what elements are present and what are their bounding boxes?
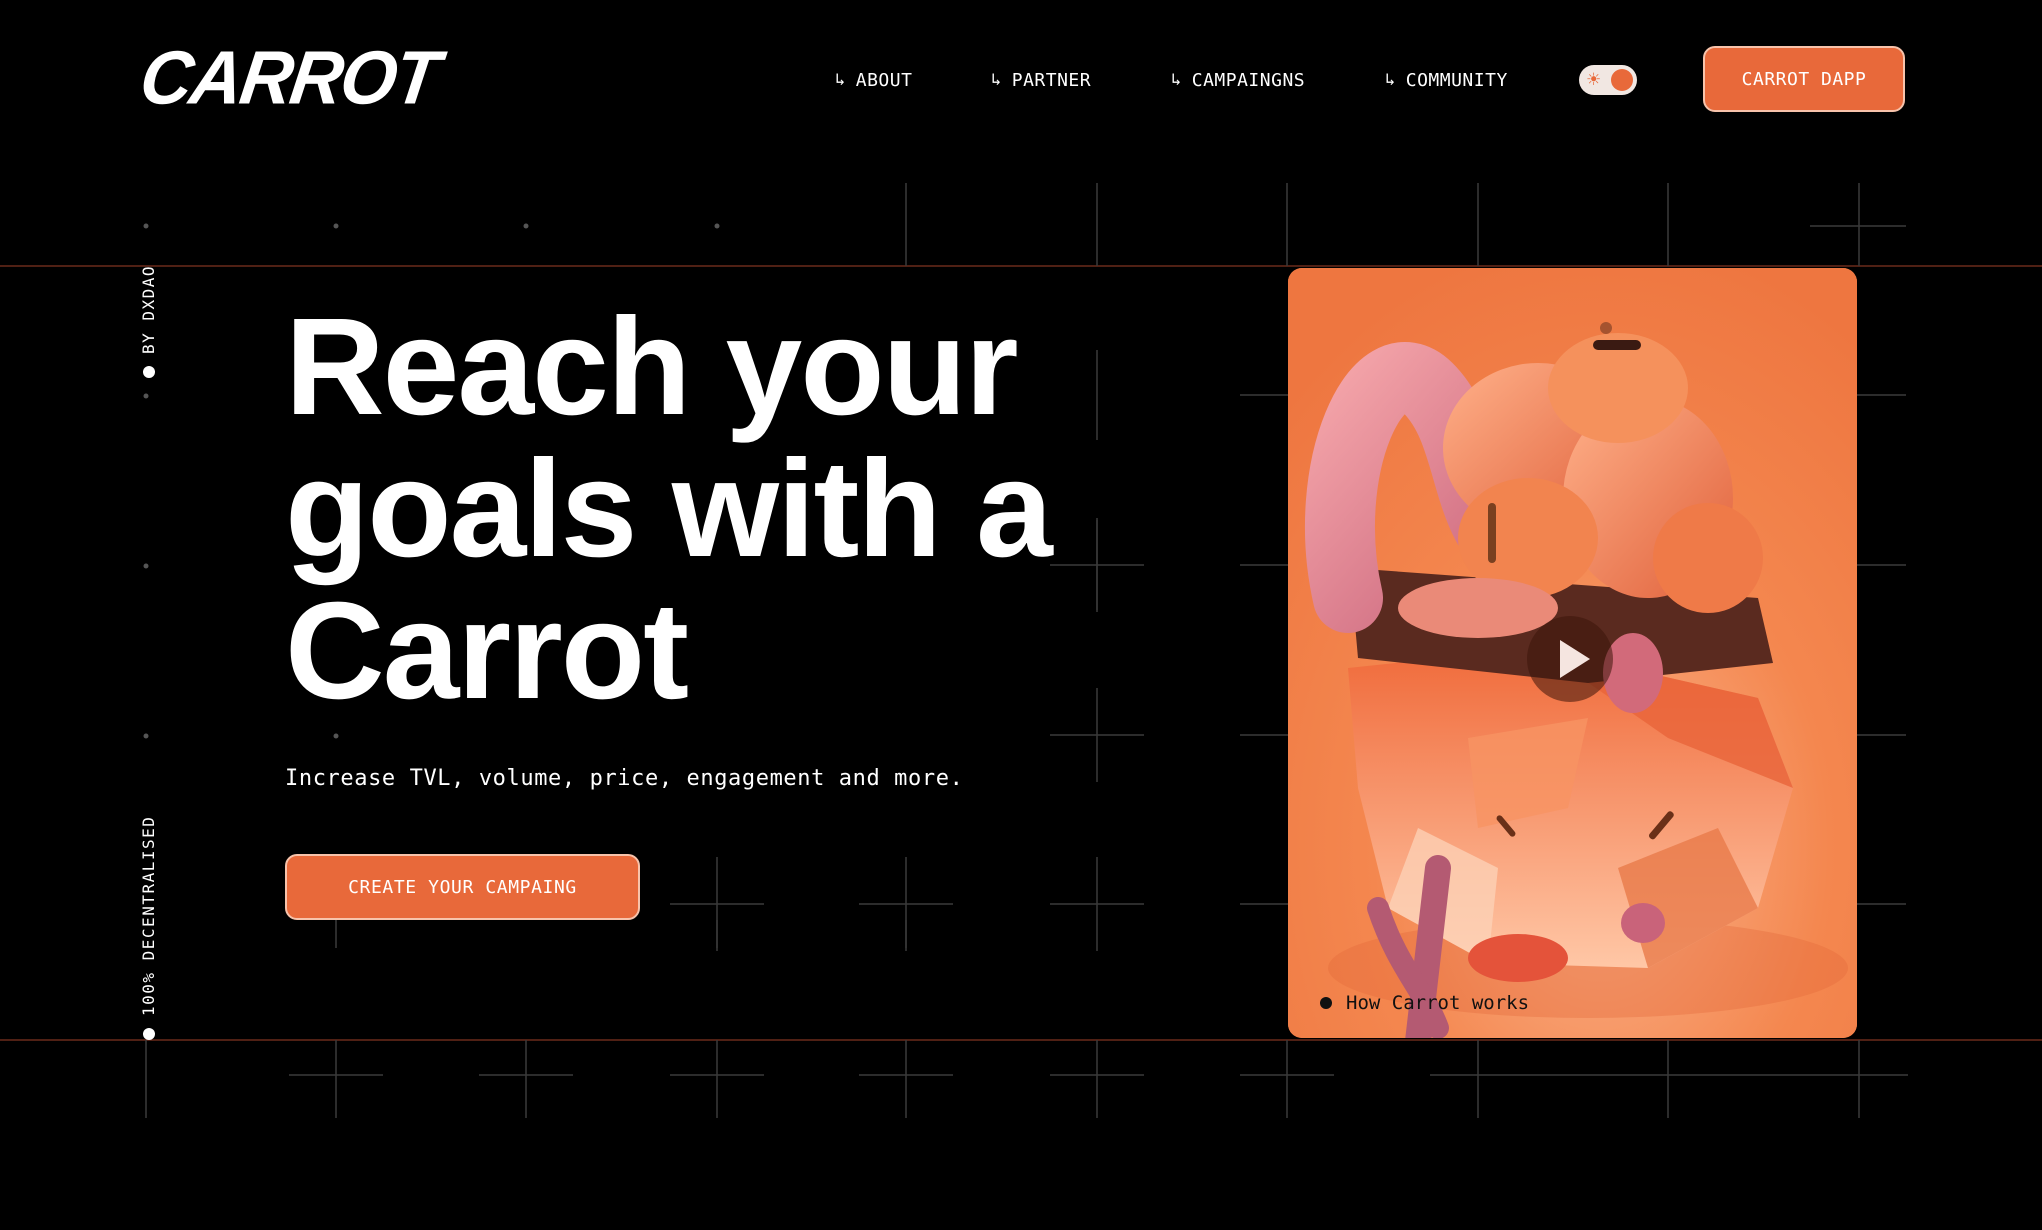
- play-icon[interactable]: [1527, 616, 1613, 702]
- logo-wordmark: CARROT: [135, 36, 443, 121]
- hero-title-line: Reach your: [285, 290, 1019, 444]
- card-caption-text: How Carrot works: [1346, 992, 1530, 1014]
- grid-dot: [143, 393, 149, 399]
- arrow-down-right-icon: ↳: [1171, 70, 1182, 90]
- bullet-dot: [142, 1028, 155, 1040]
- hero-title: Reach your goals with a Carrot: [285, 296, 1165, 722]
- side-caption-decentralised: 100% DECENTRALISED: [139, 816, 158, 1040]
- theme-toggle[interactable]: ☀: [1579, 65, 1637, 95]
- hero-title-line: goals with a: [285, 432, 1053, 586]
- nav-item-label: ABOUT: [855, 69, 913, 91]
- create-campaign-button[interactable]: CREATE YOUR CAMPAING: [285, 854, 640, 920]
- arrow-down-right-icon: ↳: [1385, 70, 1396, 90]
- hero-title-line: Carrot: [285, 574, 689, 728]
- nav-item-campaigns[interactable]: ↳ CAMPAINGNS: [1171, 64, 1305, 96]
- nav-item-label: CAMPAINGNS: [1191, 69, 1306, 91]
- nav-item-label: PARTNER: [1011, 69, 1092, 91]
- arrow-down-right-icon: ↳: [991, 70, 1002, 90]
- carrot-dapp-button[interactable]: CARROT DAPP: [1703, 46, 1905, 112]
- sun-icon: ☀: [1586, 70, 1602, 89]
- bullet-dot: [142, 366, 155, 378]
- carrot-logo[interactable]: CARROT: [135, 36, 443, 120]
- how-it-works-video-card[interactable]: How Carrot works: [1288, 268, 1857, 1038]
- grid-dot: [333, 223, 339, 229]
- grid-dot: [143, 563, 149, 569]
- toggle-knob: [1611, 69, 1633, 91]
- side-caption-by-dxdao: BY DXDAO: [139, 265, 158, 378]
- nav-item-community[interactable]: ↳ COMMUNITY: [1385, 64, 1508, 96]
- grid-dot: [143, 733, 149, 739]
- grid-dot: [714, 223, 720, 229]
- side-caption-text: BY DXDAO: [139, 264, 158, 354]
- nav-item-about[interactable]: ↳ ABOUT: [835, 64, 912, 96]
- card-caption: How Carrot works: [1320, 992, 1529, 1014]
- nav-item-partner[interactable]: ↳ PARTNER: [991, 64, 1091, 96]
- side-caption-text: 100% DECENTRALISED: [139, 815, 158, 1016]
- bullet-dot: [1320, 997, 1332, 1009]
- grid-dot: [523, 223, 529, 229]
- hero-subtitle: Increase TVL, volume, price, engagement …: [285, 766, 964, 791]
- grid-dot: [143, 223, 149, 229]
- grid-dot: [333, 733, 339, 739]
- nav-item-label: COMMUNITY: [1405, 69, 1508, 91]
- arrow-down-right-icon: ↳: [835, 70, 846, 90]
